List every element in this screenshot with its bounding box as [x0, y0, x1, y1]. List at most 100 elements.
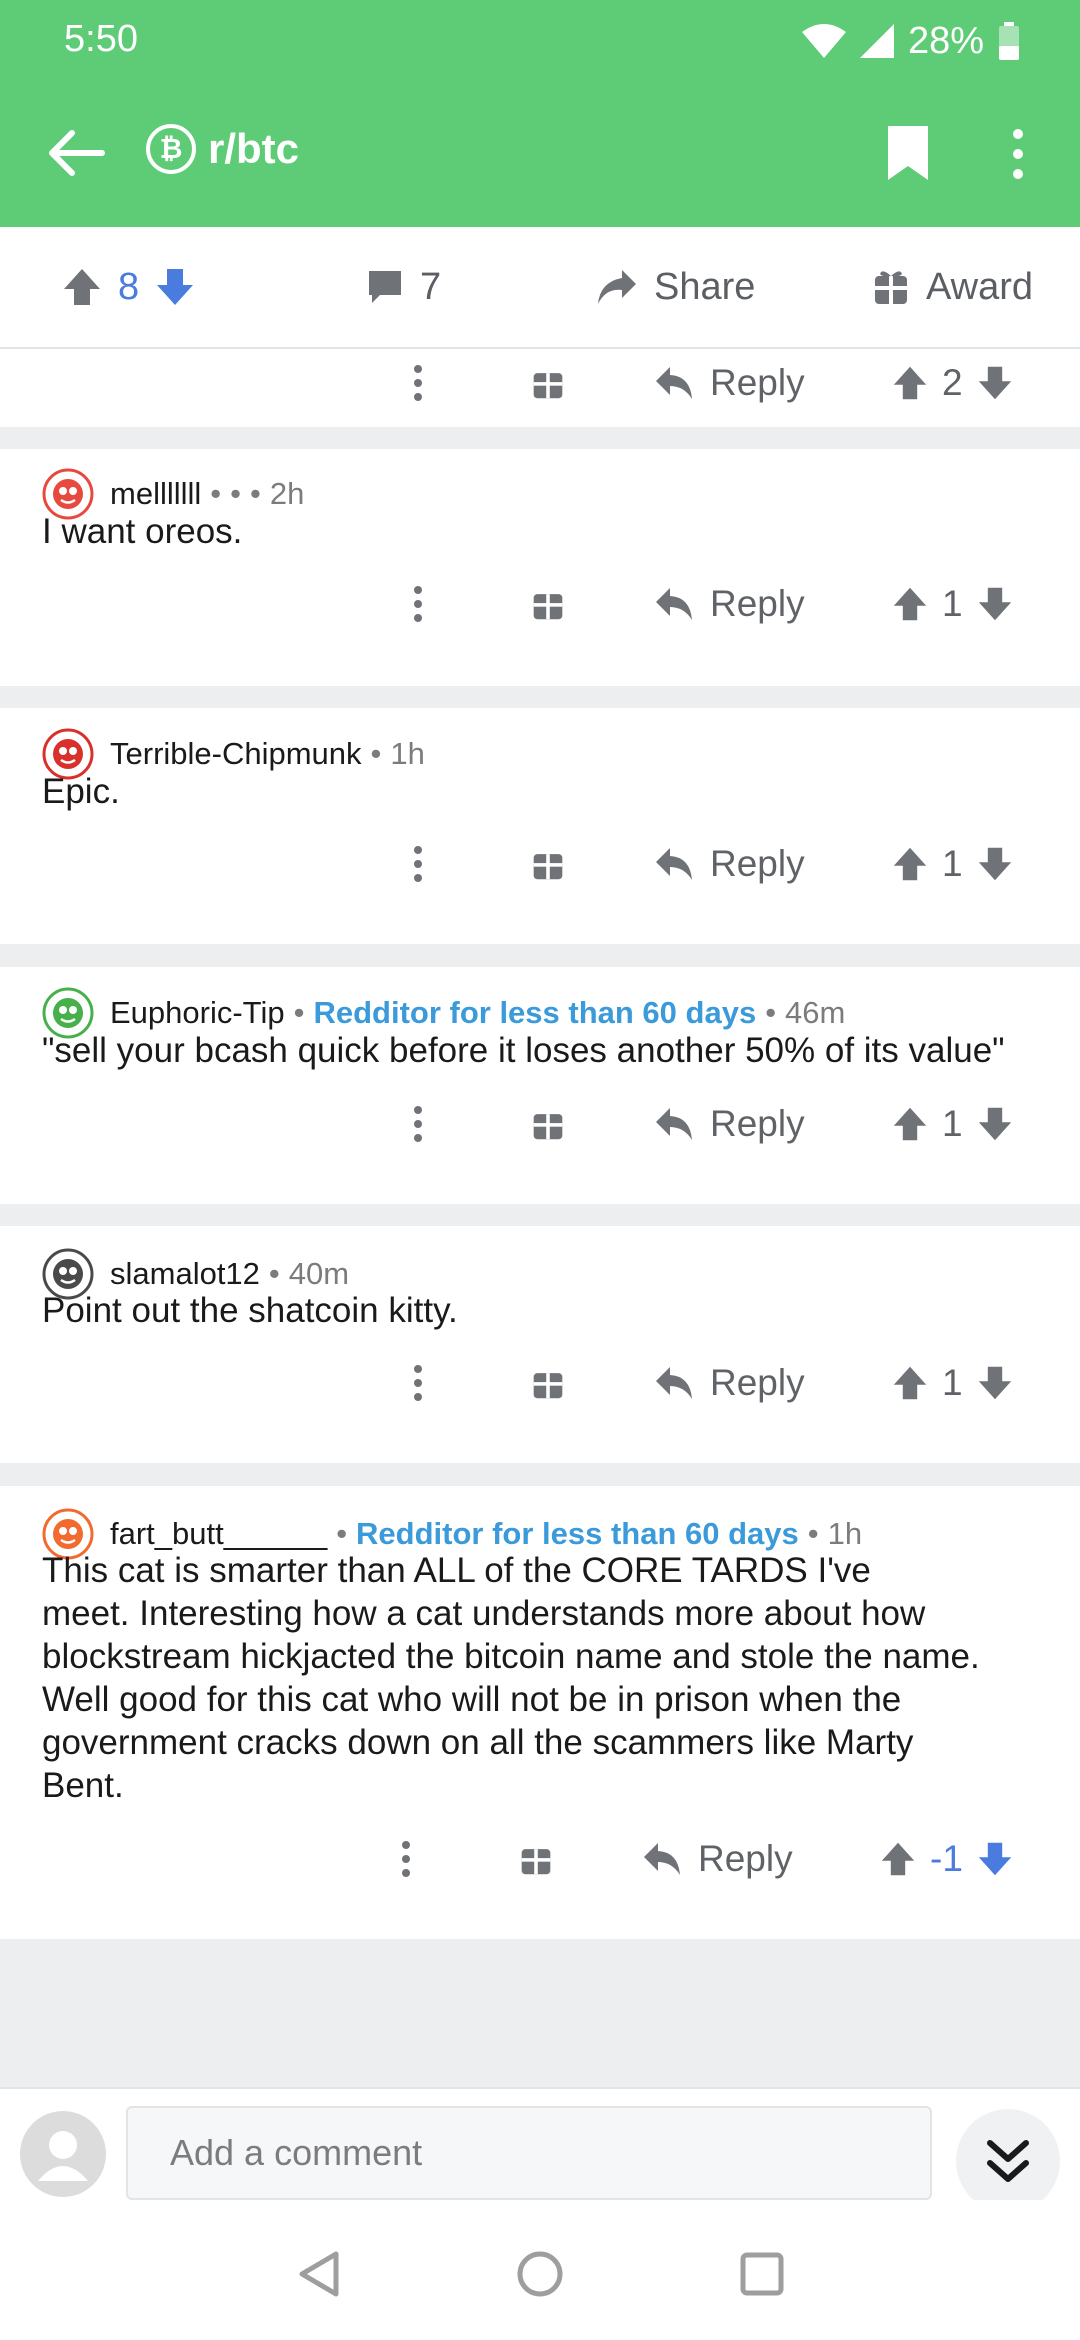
upvote-icon[interactable]: [892, 846, 928, 882]
share-icon: [598, 270, 636, 304]
comment-username[interactable]: Terrible-Chipmunk: [110, 736, 362, 772]
downvote-icon[interactable]: [977, 1841, 1013, 1877]
back-arrow-icon[interactable]: [44, 122, 106, 184]
comment-body: Epic.: [42, 772, 120, 811]
comment-reply-button[interactable]: Reply: [654, 1353, 805, 1413]
comment-award-button[interactable]: [531, 353, 565, 413]
comment-award-button[interactable]: [531, 834, 565, 894]
reply-icon: [656, 367, 692, 399]
upvote-icon[interactable]: [892, 1106, 928, 1142]
more-vertical-icon: [414, 586, 422, 622]
meta-separator: •: [370, 736, 382, 771]
comment-score: 1: [942, 1103, 963, 1144]
comment-more-button[interactable]: [400, 1829, 412, 1889]
upvote-icon[interactable]: [892, 586, 928, 622]
comment-more-button[interactable]: [412, 353, 424, 413]
comment-more-button[interactable]: [412, 574, 424, 634]
downvote-icon[interactable]: [977, 1365, 1013, 1401]
downvote-icon[interactable]: [977, 365, 1013, 401]
upvote-icon[interactable]: [880, 1841, 916, 1877]
user-flair: Redditor for less than 60 days: [356, 1516, 799, 1551]
comment-body: "sell your bcash quick before it loses a…: [42, 1031, 1005, 1070]
comment-time: 40m: [288, 1256, 350, 1291]
gift-icon: [875, 271, 907, 304]
post-comments-button[interactable]: 7: [366, 227, 441, 347]
comment-reply-button[interactable]: Reply: [654, 1094, 805, 1154]
app-bar: 5:50 28% ₿ r/btc: [0, 0, 1080, 227]
comment-actions: Reply 2: [0, 353, 1080, 413]
downvote-icon[interactable]: [977, 846, 1013, 882]
post-comment-count: 7: [420, 265, 442, 308]
comment-more-button[interactable]: [412, 834, 424, 894]
bitcoin-icon: ₿: [146, 124, 196, 174]
comment-score: 1: [942, 1362, 963, 1403]
meta-separator: •: [336, 1516, 348, 1551]
meta-separator: •: [210, 476, 222, 511]
upvote-icon[interactable]: [892, 1365, 928, 1401]
post-share-button[interactable]: Share: [596, 227, 755, 347]
post-action-bar: 8 7 Share Award: [0, 227, 1080, 349]
downvote-icon[interactable]: [155, 267, 195, 307]
comment-actions: Reply -1: [0, 1829, 1080, 1889]
reply-icon: [656, 588, 692, 620]
comment-body: This cat is smarter than ALL of the CORE…: [42, 1551, 980, 1805]
gift-icon: [521, 1849, 551, 1875]
comment-actions: Reply 1: [0, 834, 1080, 894]
comment-more-button[interactable]: [412, 1353, 424, 1413]
meta-separator: •: [765, 995, 777, 1030]
bookmark-icon[interactable]: [884, 126, 932, 182]
nav-home-icon[interactable]: [516, 2250, 564, 2298]
comment-reply-button[interactable]: Reply: [642, 1829, 793, 1889]
nav-back-icon[interactable]: [296, 2250, 340, 2298]
comment-award-button[interactable]: [531, 574, 565, 634]
reply-icon: [656, 848, 692, 880]
comment-username[interactable]: melllllll: [110, 476, 201, 512]
reply-icon: [644, 1843, 680, 1875]
comment-time: 2h: [269, 476, 305, 511]
comment-card-partial: Reply 2: [0, 349, 1080, 427]
nav-recents-icon[interactable]: [740, 2252, 784, 2296]
comment-award-button[interactable]: [531, 1353, 565, 1413]
comment-card: melllllll • • • 2h I want oreos. Reply 1: [0, 449, 1080, 686]
status-icons: 28%: [801, 18, 1020, 64]
comment-award-button[interactable]: [519, 1829, 553, 1889]
comment-vote: 2: [892, 353, 1013, 413]
comment-card: Terrible-Chipmunk • 1h Epic. Reply 1: [0, 708, 1080, 944]
downvote-icon[interactable]: [977, 1106, 1013, 1142]
comment-username[interactable]: slamalot12: [110, 1256, 260, 1292]
comment-input[interactable]: Add a comment: [126, 2106, 932, 2200]
double-chevron-down-icon: [987, 2140, 1029, 2182]
comment-reply-button[interactable]: Reply: [654, 834, 805, 894]
more-vertical-icon[interactable]: [1008, 128, 1028, 180]
battery-icon: [999, 22, 1019, 60]
post-award-button[interactable]: Award: [872, 227, 1033, 347]
reply-icon: [656, 1367, 692, 1399]
comment-username[interactable]: Euphoric-Tip: [110, 995, 285, 1031]
comment-card: slamalot12 • 40m Point out the shatcoin …: [0, 1226, 1080, 1463]
jump-next-button[interactable]: [956, 2109, 1060, 2213]
comment-card: Euphoric-Tip • Redditor for less than 60 …: [0, 967, 1080, 1204]
more-vertical-icon: [414, 846, 422, 882]
gift-icon: [533, 373, 563, 399]
comment-actions: Reply 1: [0, 1094, 1080, 1154]
comment-username[interactable]: fart_butt______: [110, 1516, 327, 1552]
more-vertical-icon: [414, 365, 422, 401]
upvote-icon[interactable]: [892, 365, 928, 401]
comment-body: I want oreos.: [42, 512, 243, 551]
downvote-icon[interactable]: [977, 586, 1013, 622]
comment-time: 46m: [785, 995, 846, 1030]
comment-award-button[interactable]: [531, 1094, 565, 1154]
wifi-icon: [801, 24, 846, 58]
comment-score: 1: [942, 583, 963, 624]
comment-vote: 1: [892, 1353, 1013, 1413]
more-vertical-icon: [414, 1106, 422, 1142]
upvote-icon[interactable]: [62, 267, 102, 307]
comment-icon: [369, 271, 401, 303]
reply-icon: [656, 1108, 692, 1140]
comment-reply-button[interactable]: Reply: [654, 353, 805, 413]
comment-more-button[interactable]: [412, 1094, 424, 1154]
reply-label: Reply: [710, 1103, 805, 1144]
subreddit-title[interactable]: ₿ r/btc: [146, 124, 299, 174]
comment-reply-button[interactable]: Reply: [654, 574, 805, 634]
more-vertical-icon: [414, 1365, 422, 1401]
